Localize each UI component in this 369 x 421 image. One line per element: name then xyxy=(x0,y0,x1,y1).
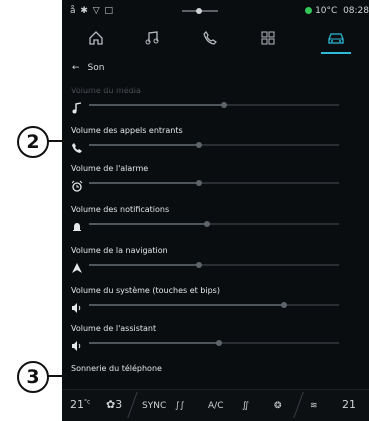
speaker-icon xyxy=(71,299,83,313)
volume-slider-thumb[interactable] xyxy=(221,102,227,108)
home-icon xyxy=(89,31,103,45)
phone-icon xyxy=(203,31,217,45)
speaker-icon xyxy=(71,337,83,351)
multimedia-screen: å ✱ ▽ □ 10°C 08:28 ← Son Volume du média… xyxy=(62,0,369,421)
setting-label: Volume de la navigation xyxy=(71,246,168,255)
car-icon xyxy=(328,33,344,44)
fan-icon: ✿ xyxy=(106,398,116,411)
volume-slider-fill xyxy=(89,104,224,106)
setting-item: Volume de la navigation xyxy=(71,246,361,273)
bar-divider xyxy=(127,392,138,418)
volume-slider[interactable] xyxy=(89,340,339,346)
music-note-icon xyxy=(71,99,83,114)
music-icon xyxy=(145,31,159,45)
volume-slider[interactable] xyxy=(89,221,339,227)
back-arrow-icon: ← xyxy=(72,63,80,73)
callout-2: 2 xyxy=(17,126,49,158)
tab-music[interactable] xyxy=(132,24,172,52)
bar-divider-2 xyxy=(293,392,304,418)
callout-3-leader xyxy=(47,375,67,377)
setting-item: Volume des notifications xyxy=(71,205,361,231)
setting-label: Volume des notifications xyxy=(71,205,170,214)
front-defrost-button[interactable]: ∬ xyxy=(242,401,249,411)
tab-home[interactable] xyxy=(76,24,116,52)
screen-title: Son xyxy=(87,63,105,73)
volume-slider-thumb[interactable] xyxy=(196,142,202,148)
connection-dot-icon xyxy=(305,7,313,14)
setting-label: Volume de l'alarme xyxy=(71,164,149,173)
tab-apps[interactable] xyxy=(248,24,288,52)
setting-label: Volume des appels entrants xyxy=(71,126,183,135)
outside-temperature: 10°C xyxy=(315,6,338,16)
setting-label[interactable]: Sonnerie du téléphone xyxy=(71,364,361,373)
seat-icon: ≋ xyxy=(310,401,318,411)
volume-slider-thumb[interactable] xyxy=(216,340,222,346)
climate-bar: 21°c ✿3 SYNC ∫∫ A/C ∬ ❂ ≋ 21 xyxy=(62,389,369,421)
steering-wheel-icon: ❂ xyxy=(274,401,282,411)
setting-item: Volume des appels entrants xyxy=(71,126,361,153)
volume-slider[interactable] xyxy=(89,262,339,268)
seat-heat-button[interactable]: ≋ xyxy=(310,401,318,411)
sync-button[interactable]: SYNC xyxy=(142,401,166,411)
navigation-arrow-icon xyxy=(71,259,83,273)
scroll-fade xyxy=(62,84,369,98)
alarm-icon xyxy=(71,177,83,192)
fan-control[interactable]: ✿3 xyxy=(106,398,122,411)
steering-heat-button[interactable]: ❂ xyxy=(274,401,282,411)
volume-slider-fill xyxy=(89,223,207,225)
setting-item: Sonnerie du téléphone xyxy=(71,364,361,373)
setting-item: Volume de l'assistant xyxy=(71,324,361,351)
callout-2-leader xyxy=(47,140,65,142)
back-button[interactable]: ← Son xyxy=(72,63,104,73)
volume-slider-fill xyxy=(89,304,284,306)
status-icons: å ✱ ▽ □ xyxy=(70,6,115,16)
rear-defrost-button[interactable]: ∫∫ xyxy=(175,401,184,411)
volume-slider[interactable] xyxy=(89,180,339,186)
status-right: 10°C 08:28 xyxy=(305,6,369,16)
phone-icon xyxy=(71,139,83,153)
tab-vehicle[interactable] xyxy=(316,24,356,54)
status-bar: å ✱ ▽ □ 10°C 08:28 xyxy=(62,0,369,22)
volume-slider-thumb[interactable] xyxy=(203,221,210,227)
volume-slider-thumb[interactable] xyxy=(281,302,287,308)
setting-label: Volume du système (touches et bips) xyxy=(71,286,220,295)
volume-slider-fill xyxy=(89,182,199,184)
volume-slider[interactable] xyxy=(89,102,339,108)
main-tabs xyxy=(62,22,369,54)
setting-item: Volume du système (touches et bips) xyxy=(71,286,361,313)
bell-icon xyxy=(71,218,83,231)
volume-slider[interactable] xyxy=(89,142,339,148)
volume-slider[interactable] xyxy=(89,302,339,308)
page-indicator xyxy=(182,8,218,14)
volume-slider-fill xyxy=(89,264,199,266)
temp-left[interactable]: 21°c xyxy=(70,398,90,411)
callout-3: 3 xyxy=(17,361,49,393)
volume-slider-fill xyxy=(89,342,219,344)
setting-label: Volume de l'assistant xyxy=(71,324,157,333)
clock: 08:28 xyxy=(343,6,369,16)
volume-slider-fill xyxy=(89,144,199,146)
volume-slider-thumb[interactable] xyxy=(196,180,202,186)
front-defrost-icon: ∬ xyxy=(242,401,250,411)
tab-phone[interactable] xyxy=(190,24,230,52)
apps-icon xyxy=(261,31,275,45)
volume-slider-thumb[interactable] xyxy=(196,262,202,268)
rear-defrost-icon: ∫∫ xyxy=(175,401,185,411)
ac-button[interactable]: A/C xyxy=(208,401,223,411)
temp-right[interactable]: 21 xyxy=(342,398,356,411)
setting-item: Volume de l'alarme xyxy=(71,164,361,192)
